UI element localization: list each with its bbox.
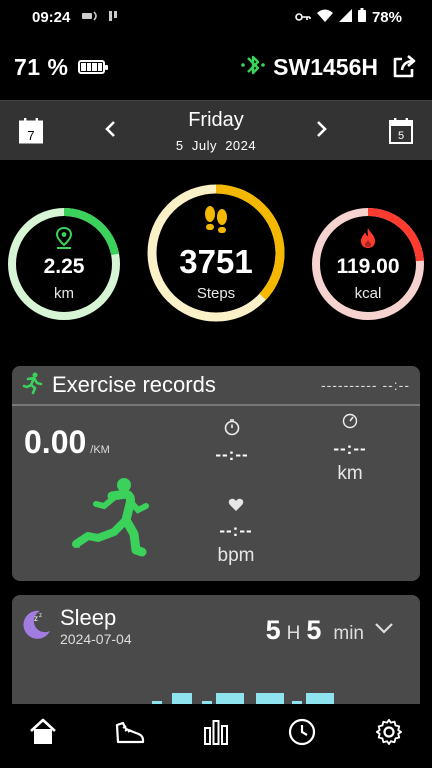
sleep-minutes: 5 (306, 615, 322, 645)
distance-unit: km (337, 463, 363, 484)
calendar-day-label: 7 (27, 128, 34, 143)
date-bar: 7 Friday 5 July 2024 5 (0, 100, 432, 160)
weekday: Friday (188, 108, 244, 131)
stopwatch-icon (192, 418, 272, 441)
phone-battery-icon (357, 8, 366, 26)
steps-ring[interactable]: 3751 Steps (146, 183, 286, 323)
distance-ring[interactable]: 2.25 km (6, 206, 122, 322)
wifi-calling-icon (82, 10, 100, 24)
signal-icon (338, 8, 352, 26)
date-year: 2024 (225, 137, 257, 153)
runner-illustration (68, 476, 152, 567)
duration-stat: --:-- (192, 418, 272, 465)
date-line: 5 July 2024 (176, 138, 256, 153)
bottom-navigation (0, 704, 432, 768)
previous-day-button[interactable] (98, 118, 122, 144)
calories-unit: kcal (354, 285, 382, 302)
watch-battery-icon (78, 60, 109, 74)
sleep-minutes-label: min (333, 623, 364, 644)
calendar-week-icon[interactable]: 5 (388, 117, 414, 145)
nav-exercise[interactable] (110, 714, 150, 754)
next-day-button[interactable] (310, 118, 334, 144)
sleep-date: 2024-07-04 (60, 631, 132, 647)
exercise-header: Exercise records ---------- --:-- (12, 366, 420, 406)
device-name[interactable]: SW1456H (273, 54, 378, 81)
nav-statistics[interactable] (196, 714, 236, 754)
footsteps-icon (199, 204, 233, 243)
sleep-hours-label: H (286, 623, 301, 644)
calendar-week-day-label: 5 (398, 130, 404, 142)
wifi-icon (316, 9, 333, 26)
moon-icon: z z (20, 607, 54, 646)
home-icon (28, 718, 58, 751)
running-icon (20, 371, 44, 400)
exercise-time-range: ---------- --:-- (320, 377, 410, 393)
flame-icon (358, 226, 378, 255)
duration-value: --:-- (215, 445, 249, 464)
bluetooth-connected-icon (239, 52, 267, 83)
status-time: 09:24 (32, 8, 71, 26)
nav-watch[interactable] (282, 714, 322, 754)
exercise-records-card[interactable]: Exercise records ---------- --:-- 0.00/K… (12, 366, 420, 581)
distance-unit: km (54, 285, 74, 302)
notification-icon (108, 10, 118, 25)
pace-unit: /KM (90, 444, 110, 456)
steps-value: 3751 (179, 243, 253, 280)
bar-chart-icon (202, 718, 230, 751)
distance-stat: --:-- km (310, 412, 390, 485)
key-icon (295, 9, 311, 26)
pace-value: 0.00 (24, 424, 87, 460)
nav-settings[interactable] (369, 714, 409, 754)
shoe-icon (114, 719, 146, 750)
steps-unit: Steps (196, 285, 236, 302)
sleep-title: Sleep (60, 605, 117, 630)
calendar-icon[interactable]: 7 (18, 117, 44, 145)
chevron-down-icon[interactable] (374, 621, 394, 639)
speedometer-icon (310, 412, 390, 435)
nav-home[interactable] (23, 714, 63, 754)
watch-battery-percent: 71 % (14, 53, 69, 80)
heart-icon (196, 498, 276, 517)
share-icon[interactable] (390, 53, 418, 81)
clock-icon (288, 718, 316, 751)
gear-icon (375, 718, 403, 751)
distance-value: --:-- (333, 439, 367, 458)
device-bar: 71 % SW1456H (0, 44, 432, 90)
calories-ring[interactable]: 119.00 kcal (310, 206, 426, 322)
distance-value: 2.25 (43, 255, 85, 278)
date-month: July (191, 137, 217, 153)
svg-text:z: z (34, 614, 38, 623)
heart-rate-stat: --:-- bpm (196, 498, 276, 567)
sleep-hours: 5 (265, 615, 281, 645)
location-pin-icon (54, 226, 74, 255)
sleep-duration: 5 H 5 min (266, 615, 364, 646)
exercise-title: Exercise records (52, 372, 216, 397)
heart-rate-unit: bpm (217, 545, 255, 566)
phone-battery-percent: 78% (371, 8, 402, 26)
svg-text:z: z (39, 613, 42, 619)
status-bar: 09:24 78% (0, 0, 432, 34)
date-display: Friday 5 July 2024 (176, 109, 256, 153)
heart-rate-value: --:-- (219, 521, 253, 540)
date-day: 5 (175, 137, 184, 153)
pace-display: 0.00/KM (24, 424, 110, 461)
calories-value: 119.00 (336, 255, 400, 278)
